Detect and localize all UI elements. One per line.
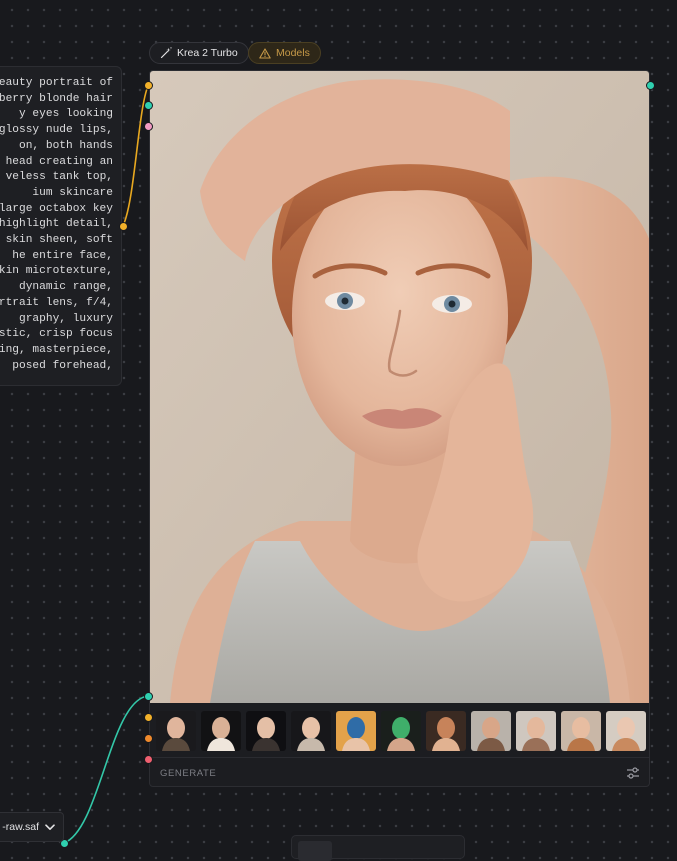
history-thumbnail[interactable]	[156, 711, 196, 751]
model-label: Krea 2 Turbo	[177, 47, 238, 59]
thumbnail-image	[246, 711, 286, 751]
chevron-down-icon	[45, 823, 55, 830]
image-input-port-yellow[interactable]	[144, 713, 153, 722]
prompt-node[interactable]: tic beauty portrait of berry blonde hair…	[0, 66, 122, 386]
history-thumbnail[interactable]	[471, 711, 511, 751]
bottom-node[interactable]	[291, 835, 465, 861]
model-selector-button[interactable]: Krea 2 Turbo	[149, 42, 249, 64]
history-thumbnail[interactable]	[291, 711, 331, 751]
thumbnail-image	[381, 711, 421, 751]
history-thumbnail-strip	[156, 711, 646, 751]
model-file-dropdown[interactable]: -raw.saf	[0, 812, 64, 842]
bottom-node-tab[interactable]	[298, 841, 332, 861]
generate-bar: GENERATE	[150, 757, 649, 786]
history-thumbnail[interactable]	[336, 711, 376, 751]
prompt-text[interactable]: tic beauty portrait of berry blonde hair…	[0, 76, 123, 374]
image-input-port-orange[interactable]	[144, 734, 153, 743]
magic-wand-icon	[160, 47, 172, 59]
thumbnail-image	[201, 711, 241, 751]
thumbnail-image	[471, 711, 511, 751]
history-thumbnail[interactable]	[201, 711, 241, 751]
image-input-port-red[interactable]	[144, 755, 153, 764]
thumbnail-image	[336, 711, 376, 751]
thumbnail-image	[516, 711, 556, 751]
model-wire	[63, 695, 149, 844]
generated-portrait-image[interactable]	[150, 71, 650, 703]
thumbnail-image	[291, 711, 331, 751]
settings-button[interactable]	[625, 765, 641, 781]
history-thumbnail[interactable]	[381, 711, 421, 751]
history-thumbnail[interactable]	[246, 711, 286, 751]
models-label: Models	[276, 47, 310, 59]
sliders-icon	[627, 767, 639, 779]
image-input-port-model[interactable]	[144, 101, 153, 110]
prompt-clip: tic beauty portrait of berry blonde hair…	[0, 67, 123, 387]
history-thumbnail[interactable]	[561, 711, 601, 751]
image-output-port[interactable]	[646, 81, 655, 90]
image-input-port-prompt[interactable]	[144, 81, 153, 90]
thumbnail-image	[156, 711, 196, 751]
history-thumbnail[interactable]	[426, 711, 466, 751]
models-button[interactable]: Models	[248, 42, 321, 64]
thumbnail-image	[561, 711, 601, 751]
generate-button[interactable]: GENERATE	[160, 768, 216, 779]
dropdown-value: -raw.saf	[2, 821, 39, 833]
image-node[interactable]: GENERATE	[149, 70, 650, 787]
prompt-output-port[interactable]	[119, 222, 128, 231]
thumbnail-image	[606, 711, 646, 751]
warning-triangle-icon	[259, 47, 271, 59]
history-thumbnail[interactable]	[606, 711, 646, 751]
image-input-port-loader[interactable]	[144, 692, 153, 701]
history-thumbnail[interactable]	[516, 711, 556, 751]
thumbnail-image	[426, 711, 466, 751]
image-input-port-pink[interactable]	[144, 122, 153, 131]
